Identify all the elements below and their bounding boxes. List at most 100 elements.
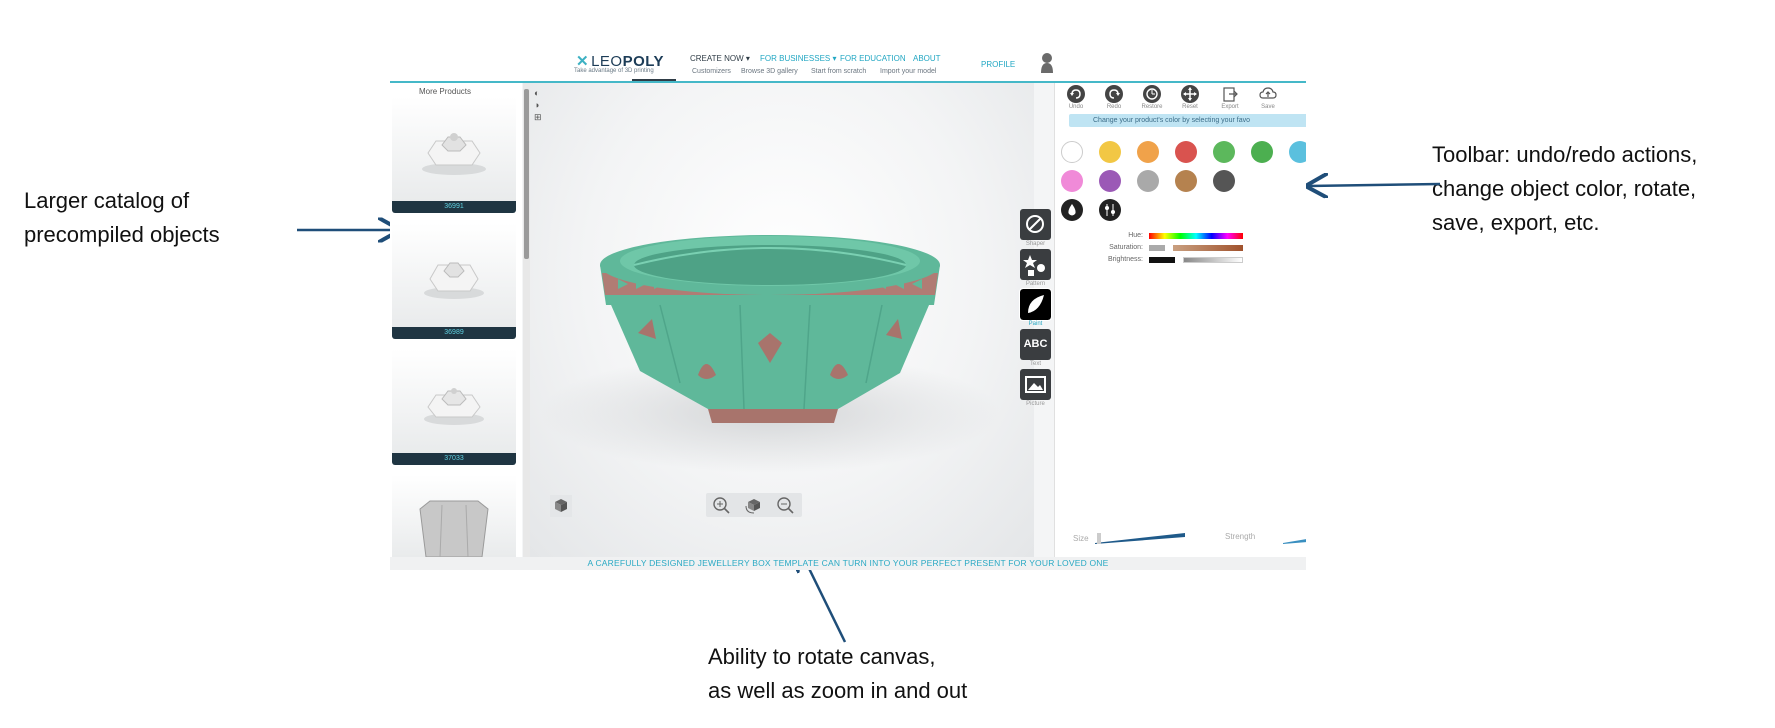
brush-strength-label: Strength (1225, 532, 1256, 541)
color-swatch-purple[interactable] (1099, 170, 1121, 192)
3d-canvas[interactable]: ◐ ◑ ⊞ (530, 83, 1034, 557)
color-swatch-green[interactable] (1251, 141, 1273, 163)
color-swatch-pink[interactable] (1061, 170, 1083, 192)
nav-create-now[interactable]: CREATE NOW ▾ (690, 54, 750, 63)
view-cube-button[interactable] (550, 495, 572, 517)
catalog-item-id: 36989 (392, 327, 516, 339)
jewellery-box-model[interactable] (530, 83, 1034, 557)
shaper-tool[interactable] (1020, 209, 1051, 240)
cloud-save-icon (1259, 87, 1277, 99)
picture-tool[interactable] (1020, 369, 1051, 400)
color-swatch-red[interactable] (1175, 141, 1197, 163)
promo-banner: A CAREFULLY DESIGNED JEWELLERY BOX TEMPL… (390, 557, 1306, 570)
pattern-tool[interactable] (1020, 249, 1051, 280)
undo-label: Undo (1068, 104, 1084, 110)
product-catalog: More Products 36991 36989 37033 (390, 83, 522, 557)
nav-for-businesses[interactable]: FOR BUSINESSES ▾ (760, 54, 836, 63)
saturation-slider[interactable] (1173, 245, 1243, 251)
redo-label: Redo (1106, 104, 1122, 110)
picture-label: Picture (1026, 401, 1045, 407)
drop-effect-button[interactable] (1061, 199, 1083, 221)
export-button[interactable]: Export (1215, 85, 1245, 113)
nav-about[interactable]: ABOUT (913, 54, 941, 63)
catalog-item-id: 37033 (392, 453, 516, 465)
rotate-cube-icon (745, 499, 760, 514)
paint-tool[interactable] (1019, 288, 1052, 321)
logo-tagline: Take advantage of 3D printing (574, 68, 654, 74)
reset-icon (1181, 85, 1199, 103)
text-tool[interactable]: ABC (1020, 329, 1051, 360)
reset-button[interactable]: Reset (1175, 85, 1205, 113)
redo-button[interactable]: Redo (1099, 85, 1129, 113)
catalog-item[interactable] (392, 349, 516, 453)
rotate-button[interactable] (744, 496, 764, 514)
picture-icon (1025, 376, 1046, 393)
action-toolbar: Undo Redo Restore Reset Export Save (1055, 83, 1306, 113)
save-label: Save (1261, 104, 1275, 110)
site-header: ✕ LEOPOLY Take advantage of 3D printing C… (390, 44, 1306, 83)
hue-slider[interactable] (1149, 233, 1243, 239)
restore-label: Restore (1141, 104, 1163, 110)
catalog-item[interactable] (392, 97, 516, 201)
brush-size-slider[interactable] (1095, 531, 1185, 545)
zoom-rotate-controls (706, 493, 802, 517)
catalog-item[interactable] (392, 475, 516, 557)
brightness-slider[interactable] (1183, 257, 1243, 263)
color-swatch-brown[interactable] (1175, 170, 1197, 192)
color-swatch-blue[interactable] (1289, 141, 1306, 163)
right-toolbar-panel: Undo Redo Restore Reset Export Save Chan… (1054, 83, 1306, 557)
hue-label: Hue: (1128, 232, 1143, 239)
nav-active-indicator (632, 79, 676, 81)
catalog-item[interactable] (392, 223, 516, 327)
catalog-title: More Products (418, 87, 472, 96)
saturation-slider-start[interactable] (1149, 245, 1165, 251)
zoom-in-icon (713, 497, 730, 514)
restore-button[interactable]: Restore (1137, 85, 1167, 113)
zoom-out-button[interactable] (776, 496, 796, 514)
paint-label: Paint (1028, 321, 1043, 327)
jewellery-box-thumb-icon (424, 388, 484, 425)
zoom-in-button[interactable] (712, 496, 732, 514)
toolbar-arrow (1308, 184, 1441, 186)
water-drop-icon (1068, 204, 1076, 216)
jewellery-box-thumb-icon (422, 133, 486, 175)
export-icon (1223, 87, 1238, 102)
subnav-browse-gallery[interactable]: Browse 3D gallery (741, 68, 798, 75)
app-window: ✕ LEOPOLY Take advantage of 3D printing C… (390, 44, 1306, 570)
brush-strength-slider[interactable] (1283, 533, 1306, 545)
color-swatch-white[interactable] (1061, 141, 1083, 163)
export-label: Export (1221, 104, 1239, 110)
adjust-effect-button[interactable] (1099, 199, 1121, 221)
color-hint-bar: Change your product's color by selecting… (1069, 114, 1306, 127)
redo-icon (1105, 85, 1123, 103)
text-label: Text (1029, 361, 1041, 367)
zoom-out-icon (777, 497, 794, 514)
avatar[interactable] (1040, 52, 1054, 74)
sliders-icon (1105, 204, 1115, 216)
subnav-import-model[interactable]: Import your model (880, 68, 936, 75)
subnav-customizers[interactable]: Customizers (692, 68, 731, 75)
color-swatch-dark-gray[interactable] (1213, 170, 1235, 192)
color-swatch-orange[interactable] (1137, 141, 1159, 163)
nav-for-education[interactable]: FOR EDUCATION (840, 54, 906, 63)
pattern-label: Pattern (1025, 281, 1046, 287)
shaper-label: Shaper (1025, 241, 1046, 247)
catalog-scroll-thumb[interactable] (524, 89, 529, 259)
undo-icon (1067, 85, 1085, 103)
paint-icon (1028, 295, 1044, 313)
save-button[interactable]: Save (1253, 85, 1283, 113)
saturation-label: Saturation: (1109, 244, 1143, 251)
catalog-item-id: 36991 (392, 201, 516, 213)
undo-button[interactable]: Undo (1061, 85, 1091, 113)
profile-link[interactable]: PROFILE (981, 60, 1015, 69)
jewellery-box-thumb-icon (424, 262, 484, 299)
color-swatch-light-green[interactable] (1213, 141, 1235, 163)
color-swatch-yellow[interactable] (1099, 141, 1121, 163)
subnav-start-scratch[interactable]: Start from scratch (811, 68, 866, 75)
brightness-slider-start[interactable] (1149, 257, 1175, 263)
vase-thumb-icon (419, 500, 489, 557)
reset-label: Reset (1182, 104, 1198, 110)
pattern-icon (1023, 255, 1045, 276)
restore-icon (1143, 85, 1161, 103)
color-swatch-gray[interactable] (1137, 170, 1159, 192)
